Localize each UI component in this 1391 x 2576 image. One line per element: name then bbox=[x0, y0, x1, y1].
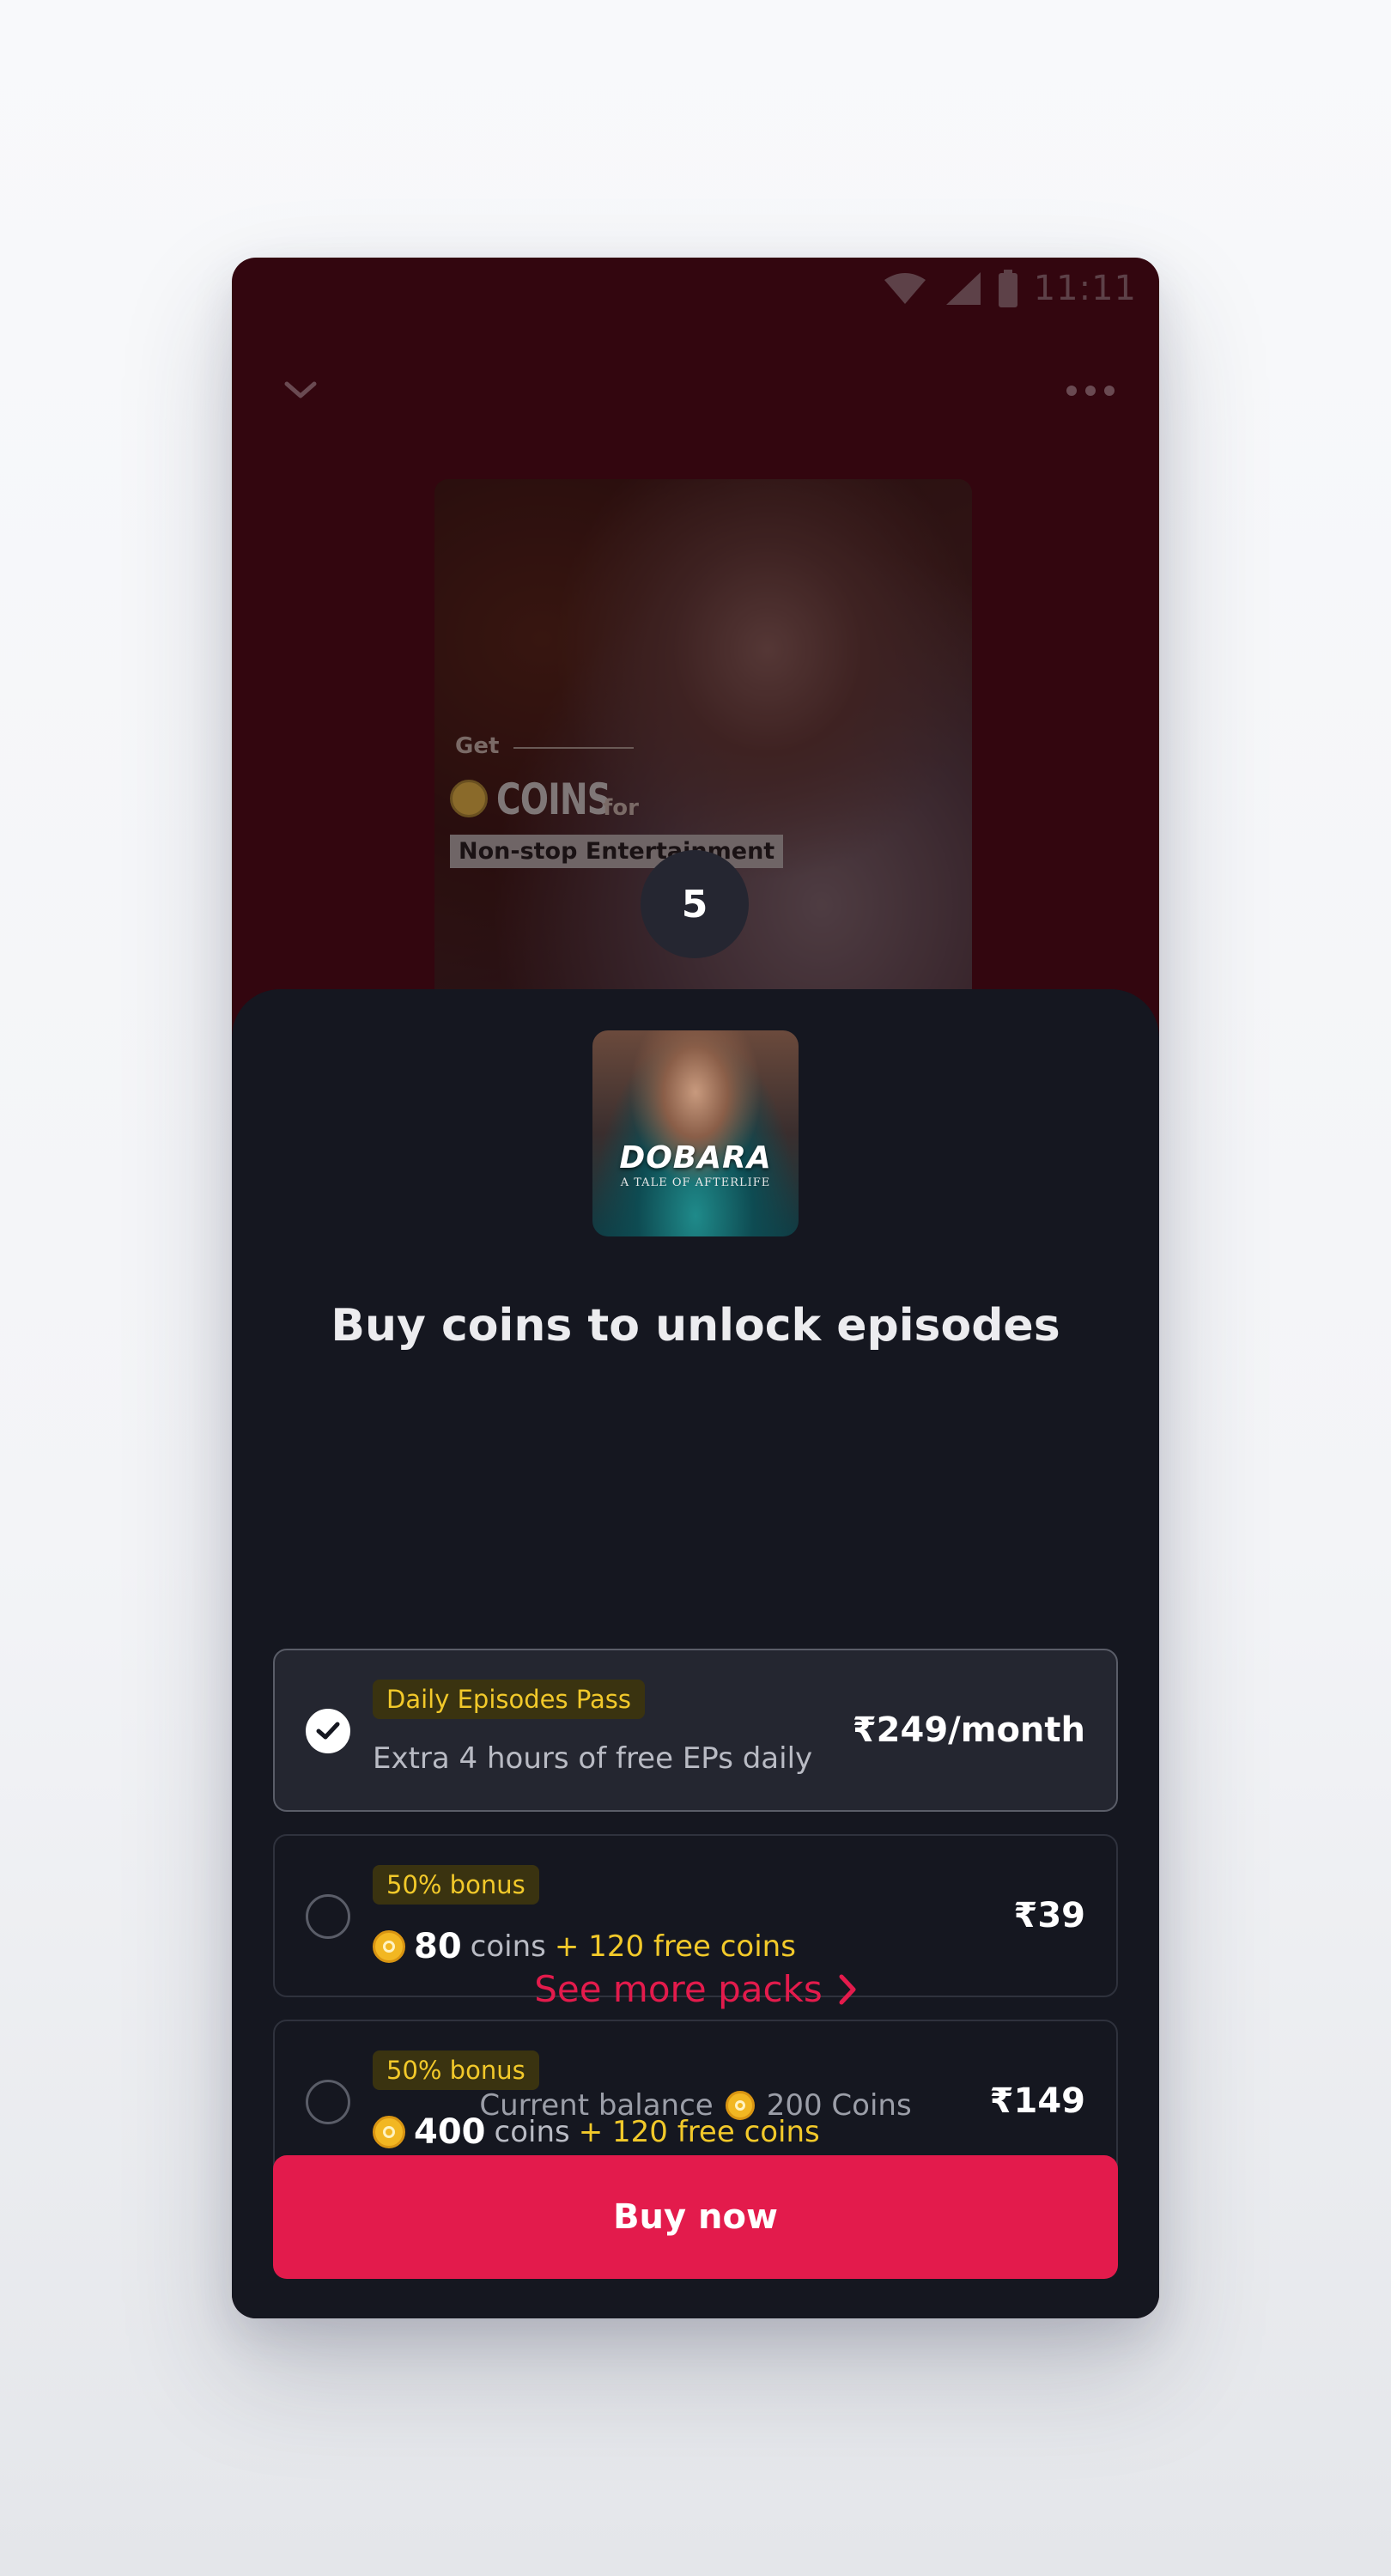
phone-screen: 11:11 Get COINS for Non-stop Entertainme… bbox=[232, 258, 1159, 2318]
cover-subtitle: A TALE OF AFTERLIFE bbox=[620, 1176, 771, 1189]
pack-tag: 50% bonus bbox=[373, 2050, 539, 2090]
pack-price: ₹249/month bbox=[852, 1710, 1085, 1750]
pack-bonus-text: + 120 free coins bbox=[554, 1929, 796, 1964]
top-bar bbox=[232, 352, 1159, 429]
poster-coins-text: COINS bbox=[496, 775, 611, 824]
poster-for-text: for bbox=[603, 795, 639, 821]
pack-coins-label: coins bbox=[470, 1929, 546, 1964]
more-dots-icon bbox=[1066, 386, 1115, 396]
status-bar: 11:11 bbox=[232, 258, 1159, 319]
see-more-label: See more packs bbox=[534, 1968, 823, 2010]
pack-coins-row: 80 coins + 120 free coins bbox=[373, 1927, 796, 1966]
poster-divider bbox=[513, 747, 634, 749]
pack-tag: 50% bonus bbox=[373, 1865, 539, 1905]
chevron-down-icon bbox=[284, 381, 317, 398]
poster-get-text: Get bbox=[455, 733, 500, 759]
episode-number-badge: 5 bbox=[641, 850, 749, 958]
radio-selected[interactable] bbox=[306, 1709, 350, 1753]
status-time: 11:11 bbox=[1033, 269, 1137, 308]
current-balance: Current balance 200 Coins bbox=[232, 2088, 1159, 2123]
sheet-title: Buy coins to unlock episodes bbox=[331, 1300, 1060, 1352]
balance-value: 200 Coins bbox=[766, 2088, 912, 2123]
cover-title: DOBARA bbox=[619, 1140, 772, 1176]
show-cover-image: DOBARA A TALE OF AFTERLIFE bbox=[592, 1030, 799, 1236]
pack-description: Extra 4 hours of free EPs daily bbox=[373, 1741, 813, 1776]
battery-icon bbox=[998, 270, 1017, 307]
coin-icon bbox=[450, 780, 488, 817]
radio-unselected[interactable] bbox=[306, 1894, 350, 1939]
pack-option-daily-pass[interactable]: Daily Episodes Pass Extra 4 hours of fre… bbox=[273, 1649, 1118, 1812]
more-options-button[interactable] bbox=[1056, 369, 1125, 412]
collapse-button[interactable] bbox=[275, 369, 326, 412]
coin-icon bbox=[373, 1930, 405, 1963]
see-more-packs-link[interactable]: See more packs bbox=[232, 1968, 1159, 2010]
wifi-icon bbox=[884, 273, 926, 304]
coin-icon bbox=[725, 2091, 755, 2120]
check-icon bbox=[316, 1722, 340, 1740]
purchase-sheet: DOBARA A TALE OF AFTERLIFE Buy coins to … bbox=[232, 989, 1159, 2318]
pack-tag: Daily Episodes Pass bbox=[373, 1680, 645, 1719]
pack-description-row: Extra 4 hours of free EPs daily bbox=[373, 1741, 812, 1776]
chevron-right-icon bbox=[839, 1974, 856, 2004]
buy-now-button[interactable]: Buy now bbox=[273, 2155, 1118, 2279]
pack-coin-amount: 80 bbox=[414, 1927, 462, 1966]
balance-label: Current balance bbox=[479, 2088, 714, 2123]
signal-icon bbox=[945, 272, 981, 305]
poster-tagline: Non-stop Entertainment bbox=[450, 835, 784, 868]
